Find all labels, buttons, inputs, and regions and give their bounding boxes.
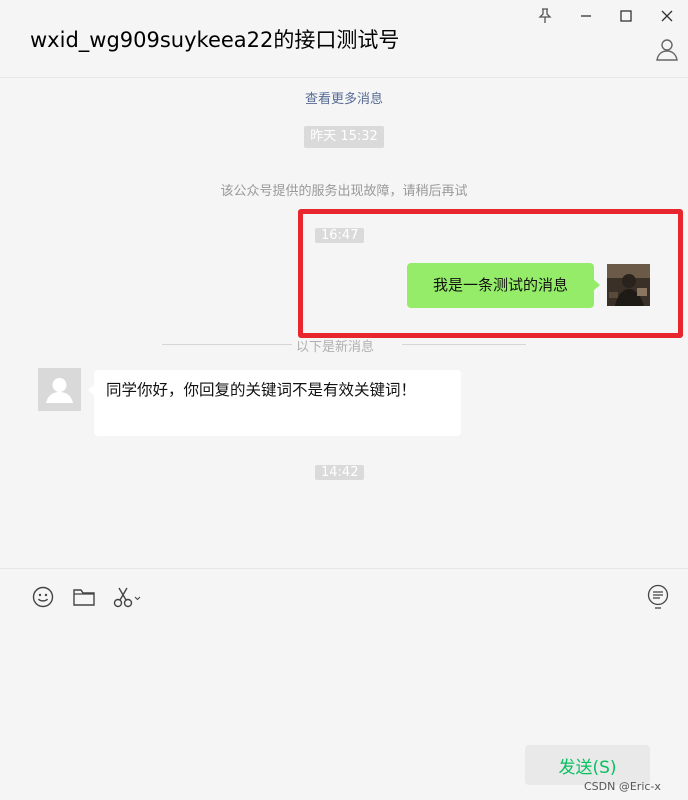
- timestamp: 16:47: [315, 228, 365, 243]
- official-account-avatar[interactable]: [38, 368, 81, 411]
- incoming-message[interactable]: 同学你好，你回复的关键词不是有效关键词！: [88, 370, 461, 436]
- timestamp-row: 14:42: [315, 461, 365, 484]
- profile-icon[interactable]: [654, 36, 680, 62]
- divider-line: [162, 344, 292, 345]
- load-more-link[interactable]: 查看更多消息: [0, 88, 688, 107]
- chat-history-icon[interactable]: [645, 584, 671, 610]
- scissors-icon[interactable]: [112, 584, 142, 610]
- my-avatar[interactable]: [607, 264, 650, 306]
- timestamp-row: 昨天 15:32: [0, 126, 688, 148]
- timestamp-row: 16:47: [315, 224, 365, 247]
- outgoing-message[interactable]: 我是一条测试的消息: [407, 263, 600, 308]
- timestamp: 14:42: [315, 465, 365, 480]
- maximize-icon[interactable]: [614, 4, 638, 28]
- timestamp: 昨天 15:32: [304, 126, 384, 148]
- send-button[interactable]: 发送(S): [525, 745, 650, 785]
- message-input[interactable]: [20, 622, 668, 732]
- close-icon[interactable]: [655, 4, 679, 28]
- folder-icon[interactable]: [71, 584, 97, 610]
- emoji-icon[interactable]: [30, 584, 56, 610]
- minimize-icon[interactable]: [574, 4, 598, 28]
- watermark: CSDN @Eric-x: [584, 780, 661, 793]
- divider-line: [402, 344, 526, 345]
- service-notice: 该公众号提供的服务出现故障，请稍后再试: [220, 184, 468, 199]
- pin-icon[interactable]: [533, 4, 557, 28]
- chat-title: wxid_wg909suykeea22的接口测试号: [30, 28, 400, 52]
- new-messages-divider: 以下是新消息: [296, 340, 375, 355]
